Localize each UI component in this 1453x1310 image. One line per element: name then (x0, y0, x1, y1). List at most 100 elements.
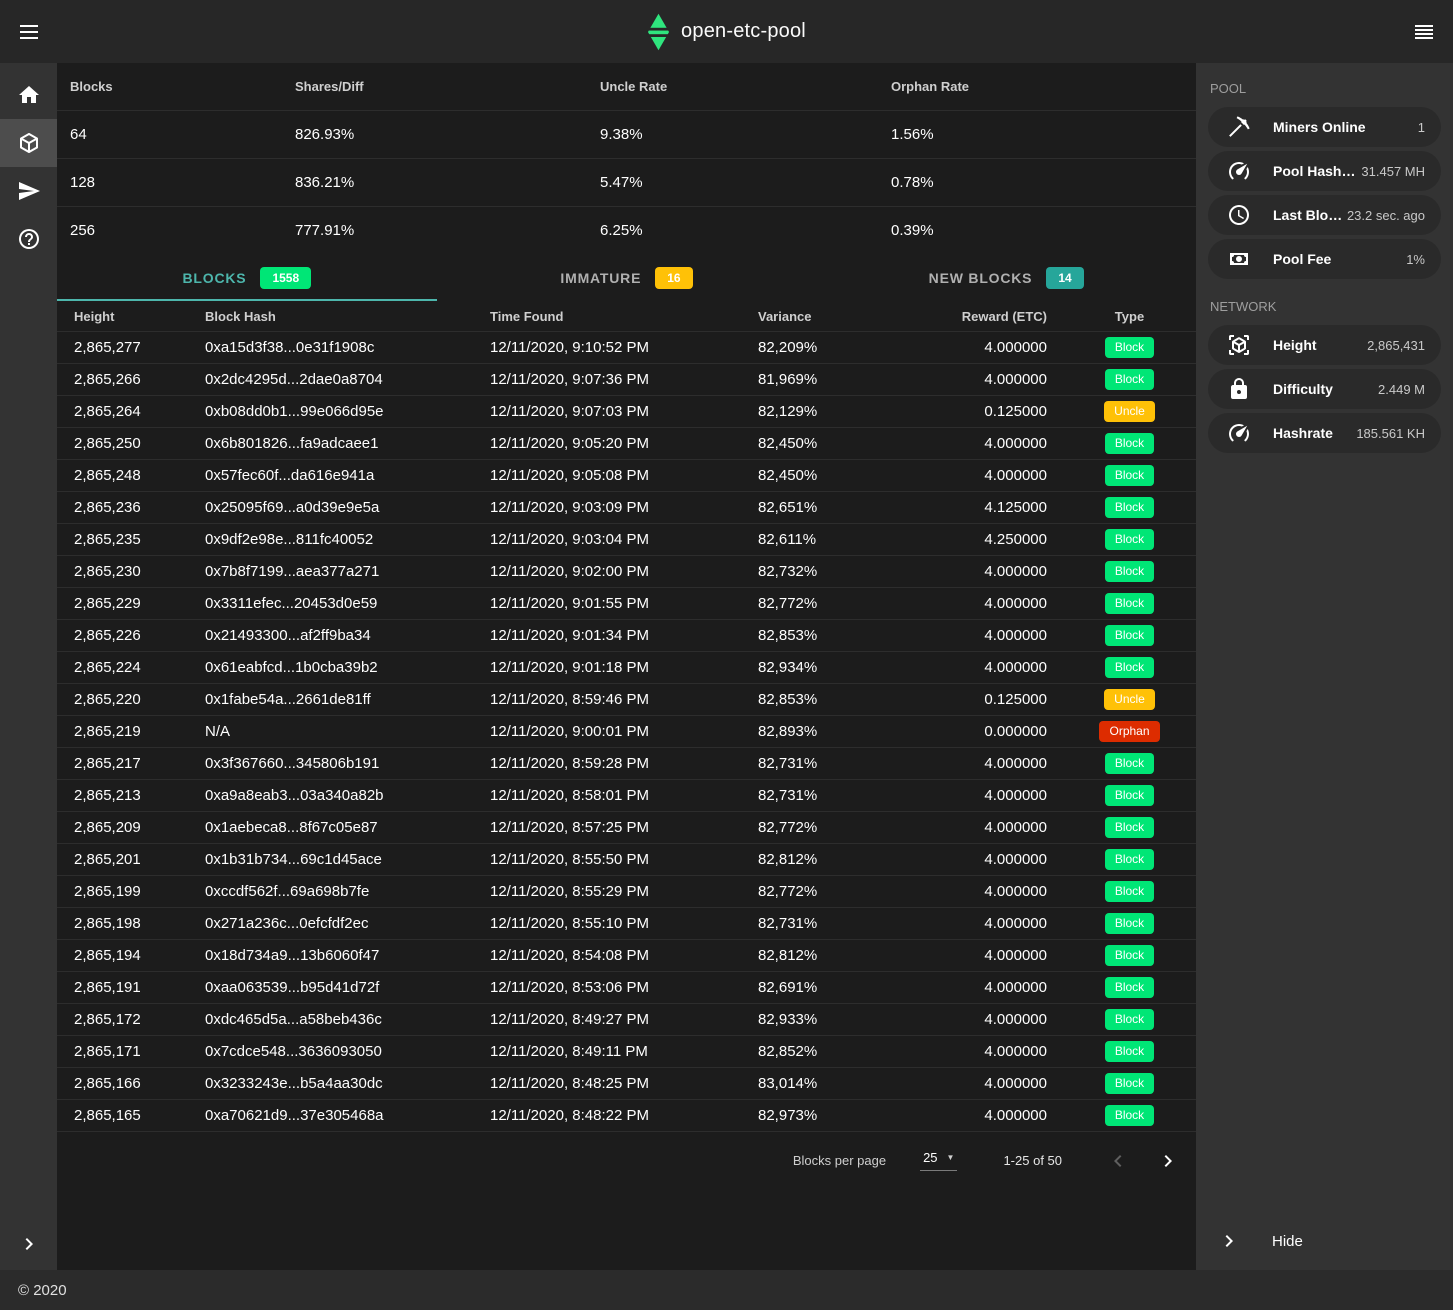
sidebar-item-home[interactable] (0, 71, 57, 119)
pool-section-title: POOL (1196, 73, 1453, 107)
block-time-found: 12/11/2020, 9:00:01 PM (490, 723, 758, 740)
block-type-badge: Block (1105, 369, 1154, 391)
table-row: 2,865,1650xa70621d9...37e305468a12/11/20… (57, 1099, 1196, 1131)
block-reward: 4.000000 (953, 1043, 1063, 1060)
clock-icon (1227, 203, 1251, 227)
block-time-found: 12/11/2020, 8:54:08 PM (490, 947, 758, 964)
stat-pill-pool-hashrate: Pool Hashrate31.457 MH (1208, 151, 1441, 191)
speedometer-icon (1227, 159, 1251, 183)
stats-cell: 5.47% (600, 174, 891, 191)
block-type-cell: Uncle (1063, 401, 1196, 423)
block-time-found: 12/11/2020, 9:05:20 PM (490, 435, 758, 452)
block-hash: 0x25095f69...a0d39e9e5a (205, 499, 490, 516)
block-type-badge: Block (1105, 785, 1154, 807)
lock-icon (1227, 377, 1251, 401)
etc-logo-icon (647, 13, 670, 51)
table-row: 2,865,2770xa15d3f38...0e31f1908c12/11/20… (57, 331, 1196, 363)
table-row: 2,865,1980x271a236c...0efcfdf2ec12/11/20… (57, 907, 1196, 939)
tab-label: BLOCKS (183, 270, 247, 286)
block-time-found: 12/11/2020, 9:01:18 PM (490, 659, 758, 676)
blocks-table-header: HeightBlock HashTime FoundVarianceReward… (57, 301, 1196, 331)
block-type-cell: Block (1063, 817, 1196, 839)
blocks-tabs: BLOCKS 1558 IMMATURE16NEW BLOCKS14 (57, 254, 1196, 301)
stats-cell: 836.21% (295, 174, 600, 191)
block-reward: 4.000000 (953, 979, 1063, 996)
block-reward: 4.000000 (953, 595, 1063, 612)
hide-sidebar-button[interactable]: Hide (1196, 1212, 1453, 1270)
stat-pill-last-block-fo: Last Block Fo...23.2 sec. ago (1208, 195, 1441, 235)
page-size-select[interactable]: 25 ▼ (920, 1150, 957, 1171)
tab-count-badge: 1558 (260, 267, 311, 289)
stats-cell: 9.38% (600, 126, 891, 143)
block-time-found: 12/11/2020, 8:48:25 PM (490, 1075, 758, 1092)
sidebar-item-help[interactable] (0, 215, 57, 263)
left-menu-icon[interactable] (14, 19, 44, 45)
tab-new-blocks[interactable]: NEW BLOCKS14 (816, 254, 1196, 301)
block-time-found: 12/11/2020, 9:03:04 PM (490, 531, 758, 548)
stats-cell: 128 (70, 174, 295, 191)
block-hash: 0x18d734a9...13b6060f47 (205, 947, 490, 964)
block-height: 2,865,224 (57, 659, 205, 676)
block-type-cell: Block (1063, 1041, 1196, 1063)
caret-down-icon: ▼ (947, 1153, 955, 1162)
next-page-button[interactable] (1156, 1149, 1180, 1173)
block-reward: 0.125000 (953, 691, 1063, 708)
page-title: open-etc-pool (681, 20, 806, 43)
tab-immature[interactable]: IMMATURE16 (437, 254, 817, 301)
stats-cell: 826.93% (295, 126, 600, 143)
block-type-cell: Block (1063, 657, 1196, 679)
tab-blocks[interactable]: BLOCKS 1558 (57, 254, 437, 301)
block-type-cell: Block (1063, 785, 1196, 807)
stats-col-header: Uncle Rate (600, 79, 891, 94)
table-row: 2,865,2300x7b8f7199...aea377a27112/11/20… (57, 555, 1196, 587)
pagination-bar: Blocks per page 25 ▼ 1-25 of 50 (57, 1131, 1196, 1189)
block-height: 2,865,199 (57, 883, 205, 900)
stat-value: 2.449 M (1378, 382, 1425, 397)
block-variance: 82,209% (758, 339, 953, 356)
block-hash: 0x1aebeca8...8f67c05e87 (205, 819, 490, 836)
block-type-badge: Block (1105, 433, 1154, 455)
app-footer: © 2020 (0, 1270, 1453, 1310)
block-variance: 82,772% (758, 595, 953, 612)
table-row: 2,865,1720xdc465d5a...a58beb436c12/11/20… (57, 1003, 1196, 1035)
block-type-cell: Block (1063, 849, 1196, 871)
block-time-found: 12/11/2020, 9:10:52 PM (490, 339, 758, 356)
block-variance: 82,731% (758, 915, 953, 932)
right-menu-icon[interactable] (1409, 19, 1439, 45)
table-row: 2,865,2480x57fec60f...da616e941a12/11/20… (57, 459, 1196, 491)
table-row: 2,865,2260x21493300...af2ff9ba3412/11/20… (57, 619, 1196, 651)
table-row: 2,865,2240x61eabfcd...1b0cba39b212/11/20… (57, 651, 1196, 683)
speedometer-icon (1227, 421, 1251, 445)
stat-value: 31.457 MH (1361, 164, 1425, 179)
block-type-badge: Block (1105, 977, 1154, 999)
expand-rail-button[interactable] (0, 1232, 57, 1256)
menu-bar (20, 25, 38, 27)
block-type-cell: Block (1063, 465, 1196, 487)
block-variance: 83,014% (758, 1075, 953, 1092)
stat-label: Miners Online (1273, 119, 1414, 135)
block-reward: 4.000000 (953, 947, 1063, 964)
block-height: 2,865,266 (57, 371, 205, 388)
previous-page-button[interactable] (1106, 1149, 1130, 1173)
block-variance: 82,772% (758, 883, 953, 900)
stats-cell: 64 (70, 126, 295, 143)
stat-label: Hashrate (1273, 425, 1352, 441)
block-reward: 0.000000 (953, 723, 1063, 740)
block-height: 2,865,172 (57, 1011, 205, 1028)
block-variance: 82,732% (758, 563, 953, 580)
block-height: 2,865,226 (57, 627, 205, 644)
blocks-col-header: Variance (758, 309, 953, 324)
app-header: open-etc-pool (0, 0, 1453, 63)
sidebar-item-blocks[interactable] (0, 119, 57, 167)
block-type-cell: Block (1063, 1073, 1196, 1095)
block-variance: 82,812% (758, 851, 953, 868)
blocks-col-header: Type (1063, 309, 1196, 324)
block-variance: 82,731% (758, 755, 953, 772)
block-type-cell: Block (1063, 1009, 1196, 1031)
stats-cell: 0.78% (891, 174, 1196, 191)
stat-value: 23.2 sec. ago (1347, 208, 1425, 223)
block-type-badge: Block (1105, 1073, 1154, 1095)
block-variance: 82,691% (758, 979, 953, 996)
sidebar-item-payments[interactable] (0, 167, 57, 215)
block-reward: 4.000000 (953, 755, 1063, 772)
